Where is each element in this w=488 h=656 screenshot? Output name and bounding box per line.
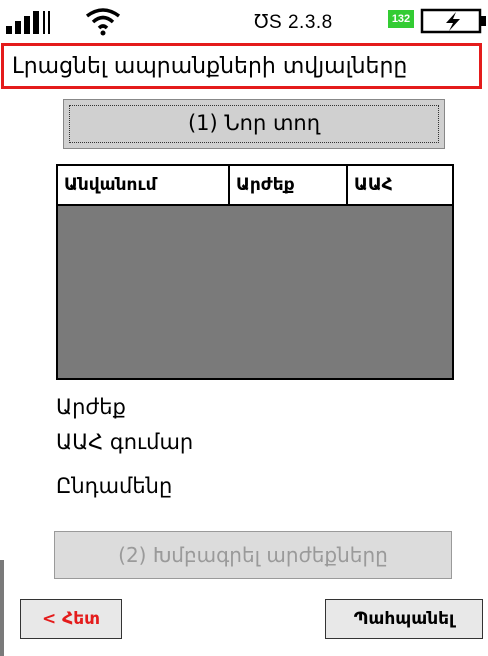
notification-badge: 132 [388,10,414,28]
back-button[interactable]: < Հետ [20,599,122,639]
page-title: Լրացնել ապրանքների տվյալները [12,54,408,79]
column-header-name[interactable]: Անվանում [58,166,230,204]
total-label: Ընդամենը [56,474,173,498]
left-edge-divider [0,560,4,656]
edit-values-button[interactable]: (2) Խմբագրել արժեքները [54,531,452,579]
save-button[interactable]: Պահպանել [325,599,483,639]
back-button-label: < Հետ [41,609,100,629]
table-body[interactable] [58,206,452,378]
table-header: Անվանում Արժեք ԱԱՀ [58,166,452,206]
signal-bars-icon [6,11,50,34]
wifi-icon [85,8,121,36]
save-button-label: Պահպանել [353,609,455,629]
battery-charging-icon [420,8,486,34]
edit-values-button-label: (2) Խմբագրել արժեքները [118,543,388,567]
new-row-button[interactable]: (1) Նոր տող [63,99,445,149]
value-label: Արժեք [56,395,126,419]
app-screen: ℧S 2.3.8 132 Լրացնել ապրանքների տվյալներ… [0,0,488,656]
page-title-box: Լրացնել ապրանքների տվյալները [1,43,482,89]
products-table[interactable]: Անվանում Արժեք ԱԱՀ [56,164,454,380]
status-bar: ℧S 2.3.8 132 [0,0,488,40]
vat-amount-label: ԱԱՀ գումար [56,430,194,454]
focus-ring [69,105,439,143]
column-header-value[interactable]: Արժեք [230,166,348,204]
version-text: ℧S 2.3.8 [254,12,333,33]
column-header-vat[interactable]: ԱԱՀ [348,166,452,204]
